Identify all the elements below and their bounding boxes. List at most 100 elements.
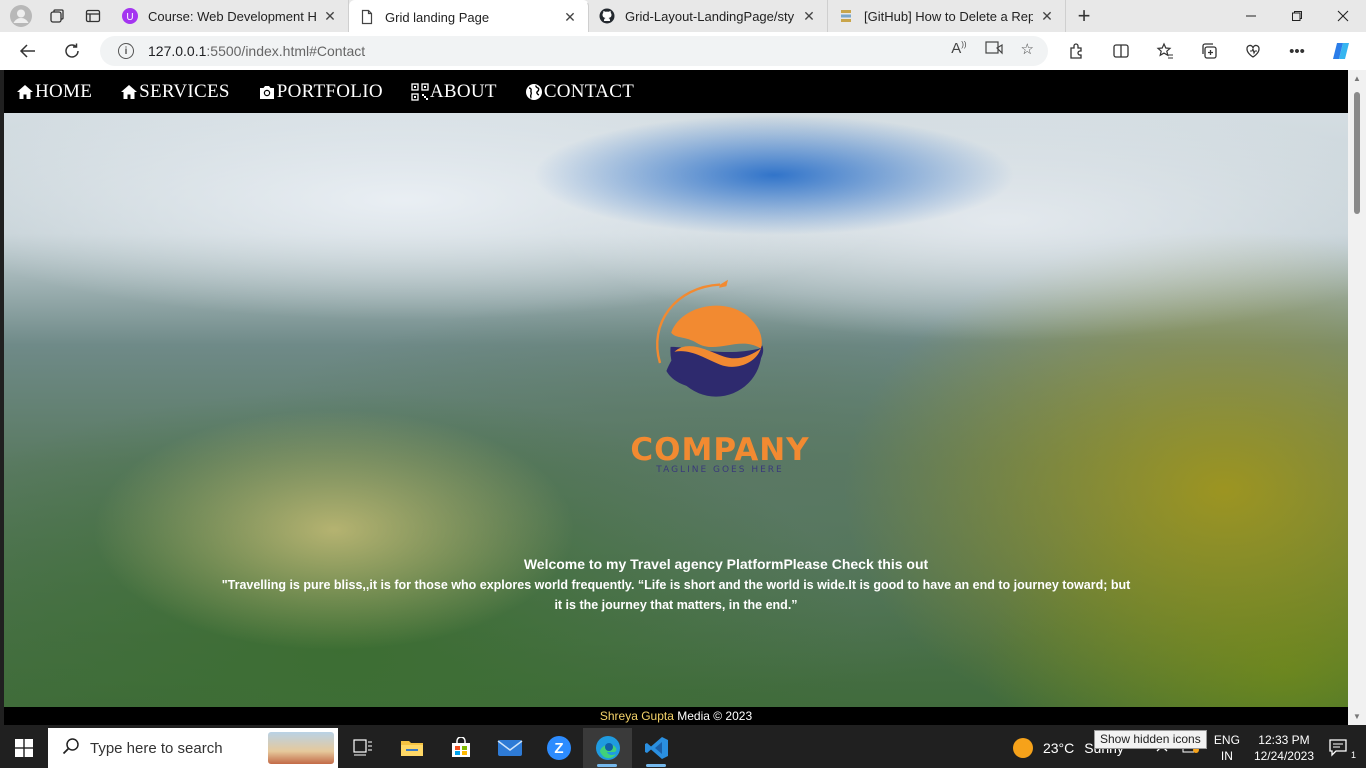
- logo-tagline: TAGLINE GOES HERE: [656, 465, 784, 475]
- task-view-button[interactable]: [338, 728, 387, 768]
- windows-logo-icon: [15, 739, 33, 757]
- restore-button[interactable]: [1274, 0, 1320, 32]
- start-button[interactable]: [0, 728, 48, 768]
- nav-label: SERVICES: [139, 80, 230, 102]
- company-logo: [656, 279, 764, 397]
- new-tab-button[interactable]: +: [1066, 3, 1102, 29]
- scrollbar-thumb[interactable]: [1354, 92, 1360, 214]
- store-button[interactable]: [436, 728, 485, 768]
- tab-title: Grid landing Page: [385, 9, 490, 25]
- nav-contact[interactable]: CONTACT: [525, 81, 634, 103]
- nav-services[interactable]: SERVICES: [120, 81, 230, 103]
- clock-time: 12:33 PM: [1258, 733, 1310, 747]
- home-icon: [17, 84, 33, 99]
- nav-label: PORTFOLIO: [276, 80, 383, 102]
- site-info-icon[interactable]: i: [118, 43, 134, 59]
- vscode-button[interactable]: [632, 728, 681, 768]
- close-tab-icon[interactable]: ✕: [1039, 8, 1055, 25]
- search-icon: [62, 737, 80, 760]
- workspaces-icon[interactable]: [42, 1, 72, 31]
- search-highlight-image: [268, 732, 334, 764]
- taskbar-search[interactable]: Type here to search: [48, 728, 338, 768]
- zoom-button[interactable]: Z: [534, 728, 583, 768]
- nav-label: CONTACT: [543, 80, 635, 102]
- tab-grid-landing-page[interactable]: Grid landing Page ✕: [349, 0, 589, 32]
- url-host: 127.0.0.1: [148, 43, 207, 59]
- document-icon: [361, 9, 373, 25]
- extensions-icon[interactable]: [1062, 36, 1092, 66]
- footer-author: Shreya Gupta: [599, 709, 674, 723]
- browser-toolbar: i 127.0.0.1:5500/index.html#Contact A)) …: [0, 32, 1366, 70]
- page-scrollbar[interactable]: ▲ ▼: [1348, 70, 1366, 725]
- scroll-up-arrow-icon[interactable]: ▲: [1353, 74, 1361, 83]
- immersive-reader-icon[interactable]: [984, 40, 1003, 60]
- mail-button[interactable]: [485, 728, 534, 768]
- url-path: :5500/index.html#Contact: [206, 43, 366, 59]
- tab-actions-icon[interactable]: [78, 1, 108, 31]
- minimize-button[interactable]: [1228, 0, 1274, 32]
- notification-count: 1: [1350, 749, 1356, 760]
- search-placeholder: Type here to search: [90, 739, 223, 757]
- file-explorer-button[interactable]: [387, 728, 436, 768]
- close-window-button[interactable]: [1320, 0, 1366, 32]
- store-icon: [451, 737, 470, 757]
- tab-course[interactable]: U Course: Web Development HTML ✕: [112, 0, 349, 32]
- travel-quote: "Travelling is pure bliss,,it is for tho…: [221, 578, 1131, 612]
- camera-icon: [259, 85, 274, 99]
- sun-icon: [1012, 738, 1033, 758]
- globe-icon: [525, 83, 542, 100]
- tab-github-style[interactable]: Grid-Layout-LandingPage/style.c ✕: [589, 0, 828, 32]
- nav-portfolio[interactable]: PORTFOLIO: [258, 81, 383, 103]
- folder-icon: [400, 741, 423, 756]
- favorite-star-icon[interactable]: ☆: [1021, 40, 1034, 60]
- stack-icon: [841, 10, 851, 22]
- nav-label: HOME: [35, 80, 93, 102]
- hidden-icons-tooltip: Show hidden icons: [1094, 730, 1207, 749]
- lang-region: IN: [1220, 749, 1233, 763]
- split-screen-icon[interactable]: [1106, 36, 1136, 66]
- github-icon: [599, 8, 615, 24]
- edge-button[interactable]: [583, 728, 632, 768]
- favorites-icon[interactable]: [1150, 36, 1180, 66]
- nav-about[interactable]: ABOUT: [411, 81, 497, 103]
- read-aloud-icon[interactable]: A)): [951, 40, 966, 60]
- welcome-heading: Welcome to my Travel agency PlatformPlea…: [523, 556, 929, 572]
- browser-tab-strip: U Course: Web Development HTML ✕ Grid la…: [0, 0, 1366, 32]
- more-options-icon[interactable]: •••: [1282, 36, 1312, 66]
- close-tab-icon[interactable]: ✕: [562, 9, 578, 26]
- nav-home[interactable]: HOME: [16, 81, 92, 103]
- svg-text:Z: Z: [554, 740, 563, 757]
- logo-wordmark: COMPANY: [630, 432, 810, 468]
- zoom-icon: Z: [546, 736, 571, 760]
- browser-essentials-icon[interactable]: [1238, 36, 1268, 66]
- lang-code: ENG: [1213, 733, 1240, 747]
- system-clock[interactable]: 12:33 PM 12/24/2023: [1254, 732, 1314, 764]
- address-bar[interactable]: i 127.0.0.1:5500/index.html#Contact A)) …: [100, 36, 1048, 66]
- notification-center-button[interactable]: 1: [1328, 737, 1358, 760]
- tab-title: [GitHub] How to Delete a Reposit: [864, 8, 1033, 24]
- tab-github-delete[interactable]: [GitHub] How to Delete a Reposit ✕: [828, 0, 1066, 32]
- footer-text: Media © 2023: [673, 709, 753, 723]
- refresh-button[interactable]: [52, 35, 92, 67]
- input-language[interactable]: ENG IN: [1214, 732, 1240, 764]
- svg-text:U: U: [126, 12, 133, 23]
- home-icon: [121, 84, 138, 99]
- qr-code-icon: [411, 82, 429, 101]
- close-tab-icon[interactable]: ✕: [322, 8, 338, 25]
- edge-icon: [595, 736, 620, 760]
- nav-label: ABOUT: [429, 80, 497, 102]
- task-view-icon: [352, 739, 372, 756]
- vscode-icon: [644, 737, 668, 759]
- udemy-icon: U: [122, 8, 138, 24]
- collections-icon[interactable]: [1194, 36, 1224, 66]
- copilot-icon[interactable]: [1326, 36, 1356, 66]
- close-tab-icon[interactable]: ✕: [801, 8, 817, 25]
- scroll-down-arrow-icon[interactable]: ▼: [1353, 712, 1361, 721]
- weather-temp: 23°C: [1042, 740, 1075, 756]
- window-controls: [1228, 0, 1366, 32]
- tab-title: Course: Web Development HTML: [148, 8, 316, 24]
- profile-avatar[interactable]: [6, 1, 36, 31]
- mail-icon: [497, 740, 522, 756]
- notification-icon: [1329, 738, 1347, 757]
- back-button[interactable]: [8, 35, 48, 67]
